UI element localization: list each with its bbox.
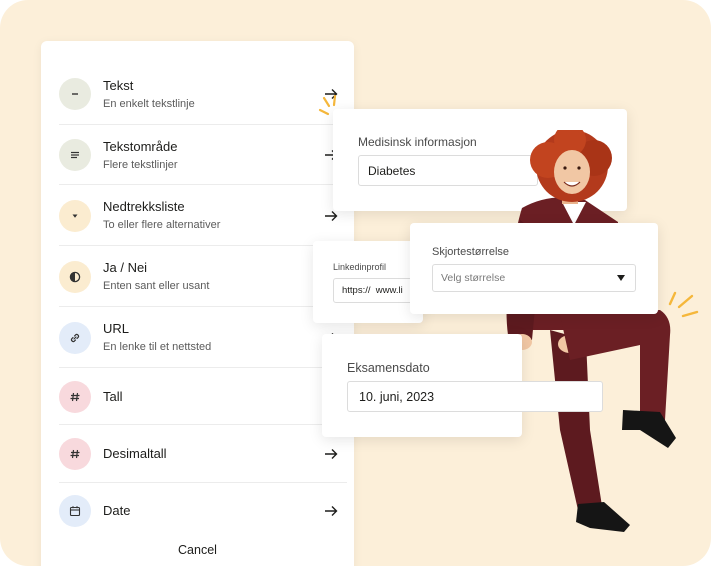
field-type-url[interactable]: URL En lenke til et nettsted <box>59 307 347 368</box>
field-type-title: Date <box>103 502 131 518</box>
shirt-size-select[interactable]: Velg størrelse <box>432 264 636 292</box>
field-type-title: Tekst <box>103 77 134 93</box>
lines-icon <box>59 139 91 171</box>
link-icon <box>59 321 91 354</box>
minus-icon <box>59 78 91 110</box>
field-type-tekstomrade[interactable]: Tekstområde Flere tekstlinjer <box>59 125 347 185</box>
select-placeholder: Velg størrelse <box>441 272 506 284</box>
field-label: Medisinsk informasjon <box>358 135 477 149</box>
field-type-subtitle: Flere tekstlinjer <box>103 158 178 171</box>
calendar-icon <box>59 494 91 527</box>
half-circle-icon <box>59 260 91 293</box>
field-type-list: Tekst En enkelt tekstlinje Tekstområde F… <box>41 41 354 566</box>
caret-down-icon <box>617 275 625 281</box>
arrow-right-icon[interactable] <box>323 446 339 462</box>
hash-icon <box>59 438 91 470</box>
field-type-subtitle: To eller flere alternativer <box>103 219 221 231</box>
field-type-subtitle: Enten sant eller usant <box>103 280 210 292</box>
field-type-title: Ja / Nei <box>103 260 148 275</box>
field-type-title: Desimaltall <box>103 446 167 461</box>
shirt-size-card: Skjortestørrelse Velg størrelse <box>410 223 658 314</box>
field-label: Linkedinprofil <box>333 262 387 272</box>
field-type-title: URL <box>103 321 130 336</box>
field-type-title: Tekstområde <box>103 138 178 154</box>
field-type-tekst[interactable]: Tekst En enkelt tekstlinje <box>59 63 347 125</box>
exam-date-card: Eksamensdato 10. juni, 2023 <box>322 334 603 437</box>
caret-down-icon <box>59 199 91 232</box>
field-type-nedtrekksliste[interactable]: Nedtrekksliste To eller flere alternativ… <box>59 185 347 246</box>
input-value: 10. juni, 2023 <box>359 389 435 404</box>
person-illustration <box>506 130 676 532</box>
field-label: Eksamensdato <box>347 361 430 375</box>
field-label: Skjortestørrelse <box>432 246 510 258</box>
exam-date-input[interactable]: 10. juni, 2023 <box>347 381 603 412</box>
input-value: https:// www.li <box>342 285 403 296</box>
field-type-title: Nedtrekksliste <box>103 199 185 214</box>
hash-icon <box>59 380 91 413</box>
arrow-right-icon[interactable] <box>323 503 339 519</box>
field-type-tall[interactable]: Tall <box>59 368 347 425</box>
field-type-subtitle: En enkelt tekstlinje <box>103 97 195 110</box>
field-type-subtitle: En lenke til et nettsted <box>103 341 212 353</box>
field-type-ja-nei[interactable]: Ja / Nei Enten sant eller usant <box>59 246 347 307</box>
field-type-title: Tall <box>103 388 123 404</box>
field-type-desimaltall[interactable]: Desimaltall <box>59 425 347 483</box>
linkedin-card: Linkedinprofil https:// www.li <box>313 241 423 323</box>
cancel-button[interactable]: Cancel <box>41 543 354 557</box>
input-value: Diabetes <box>368 163 416 178</box>
field-type-date[interactable]: Date <box>59 483 338 538</box>
